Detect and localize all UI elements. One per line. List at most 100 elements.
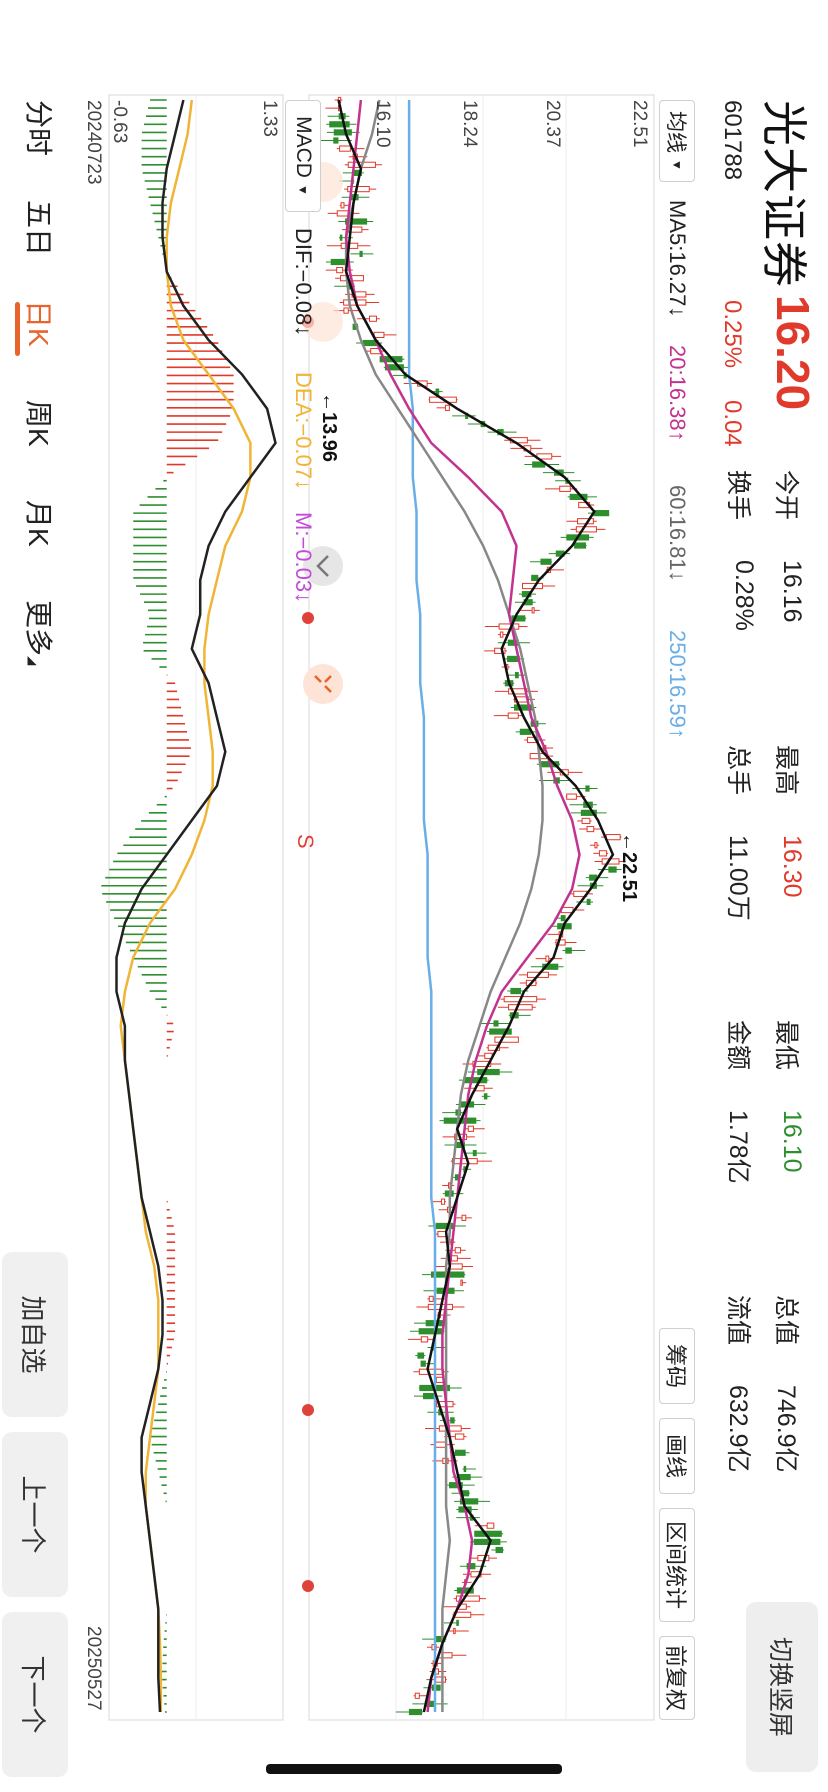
candle-body: [494, 1036, 519, 1043]
tab-intraday[interactable]: 分时: [20, 100, 60, 156]
candle-body: [473, 1538, 501, 1545]
landscape-stage: 光大证券 16.20 601788 0.25% 0.04 今开 16.16 换手…: [0, 0, 828, 1792]
candle-body: [581, 817, 591, 825]
high-price-note: ←22.51: [618, 832, 640, 903]
tab-weekly-k[interactable]: 周K: [20, 400, 60, 447]
candle-body: [336, 267, 344, 274]
candle-body: [460, 1279, 463, 1286]
shrink-button[interactable]: [303, 664, 343, 704]
candle-body: [472, 1149, 477, 1157]
candle-body: [508, 1004, 533, 1011]
candle-body: [586, 898, 591, 906]
candle-body: [339, 234, 343, 241]
candle-body: [565, 947, 572, 954]
candle-body: [462, 1490, 470, 1497]
signal-dot: [302, 612, 314, 624]
tab-monthly-k[interactable]: 月K: [20, 500, 60, 547]
candle-body: [343, 307, 349, 314]
tab-more-label: 更多: [23, 600, 54, 657]
candle-body: [559, 485, 571, 492]
candle-body: [515, 672, 519, 679]
candles: [319, 96, 626, 1716]
candle-body: [414, 1692, 420, 1699]
candle-body: [451, 1158, 478, 1165]
tab-five-day[interactable]: 五日: [20, 200, 60, 256]
signal-dot: [302, 1580, 314, 1592]
date-start: 20240723: [83, 100, 104, 185]
candle-body: [456, 1619, 459, 1626]
date-end: 20250527: [83, 1626, 104, 1711]
candle-body: [417, 1352, 425, 1359]
candle-body: [463, 1465, 467, 1473]
ma250-line: [407, 100, 437, 1712]
candle-body: [359, 250, 363, 258]
tab-more[interactable]: 更多◢: [20, 600, 60, 665]
next-button[interactable]: 下一个: [2, 1612, 68, 1777]
home-indicator: [266, 1764, 562, 1774]
indicator-select[interactable]: MACD ▼: [285, 100, 321, 212]
price-axis-bottom: 16.10: [372, 100, 393, 148]
macd-axis-bottom: -0.63: [109, 100, 130, 144]
candle-body: [333, 137, 339, 144]
candle-body: [418, 1328, 442, 1335]
candle-body: [477, 1068, 500, 1076]
candle-body: [420, 1360, 426, 1367]
price-axis-2: 20.37: [542, 100, 563, 148]
candle-body: [339, 145, 351, 152]
tab-daily-k[interactable]: 日K: [20, 300, 60, 347]
candle-body: [329, 121, 350, 128]
candle-body: [531, 574, 539, 582]
kline-chart[interactable]: [0, 0, 828, 1792]
candle-body: [560, 906, 574, 914]
candle-body: [493, 1020, 499, 1027]
add-watchlist-button[interactable]: 加自选: [2, 1252, 68, 1417]
candle-body: [454, 1433, 465, 1440]
dea-line: [119, 99, 252, 1712]
candle-body: [369, 315, 377, 322]
candle-body: [608, 866, 617, 873]
candle-body: [540, 558, 552, 565]
signal-dot: [302, 1404, 314, 1416]
candle-body: [408, 1708, 423, 1716]
candle-body: [566, 793, 577, 800]
candle-body: [598, 850, 608, 857]
dif-value: DIF:−0.08↓: [291, 228, 316, 337]
low-price-note: ←13.96: [318, 392, 340, 463]
candle-body: [593, 510, 610, 517]
candle-body: [560, 915, 566, 922]
candle-body: [458, 1473, 471, 1481]
macd-axis-top: 1.33: [259, 100, 280, 137]
candle-body: [435, 1676, 447, 1683]
macd-bars: [101, 99, 234, 1713]
candle-body: [467, 1125, 474, 1132]
candle-body: [575, 526, 597, 533]
sell-marker: S: [293, 834, 318, 849]
candle-body: [585, 785, 590, 792]
candle-body: [483, 1093, 488, 1100]
candle-body: [450, 1255, 458, 1262]
candle-body: [437, 1230, 447, 1238]
candle-body: [450, 1417, 455, 1424]
candle-body: [519, 728, 532, 735]
candle-body: [461, 1214, 467, 1221]
candle-body: [586, 825, 595, 833]
active-tab-indicator: [15, 302, 20, 356]
candle-body: [507, 712, 519, 719]
candle-body: [454, 1247, 462, 1254]
candle-body: [428, 1295, 434, 1302]
candle-body: [441, 1198, 446, 1205]
candle-body: [486, 1522, 495, 1529]
candle-body: [454, 1449, 466, 1456]
candle-body: [420, 1336, 429, 1343]
candle-body: [453, 1627, 456, 1635]
candle-body: [574, 542, 586, 549]
candle-body: [423, 1392, 435, 1400]
m-value: M:−0.03↓: [291, 512, 316, 604]
candle-body: [438, 1652, 453, 1659]
triangle-icon: ◢: [26, 656, 40, 666]
candle-body: [444, 404, 450, 411]
candle-body: [340, 202, 345, 209]
previous-button[interactable]: 上一个: [2, 1432, 68, 1597]
candle-body: [531, 607, 535, 614]
dea-value: DEA:−0.07↓: [291, 372, 316, 491]
